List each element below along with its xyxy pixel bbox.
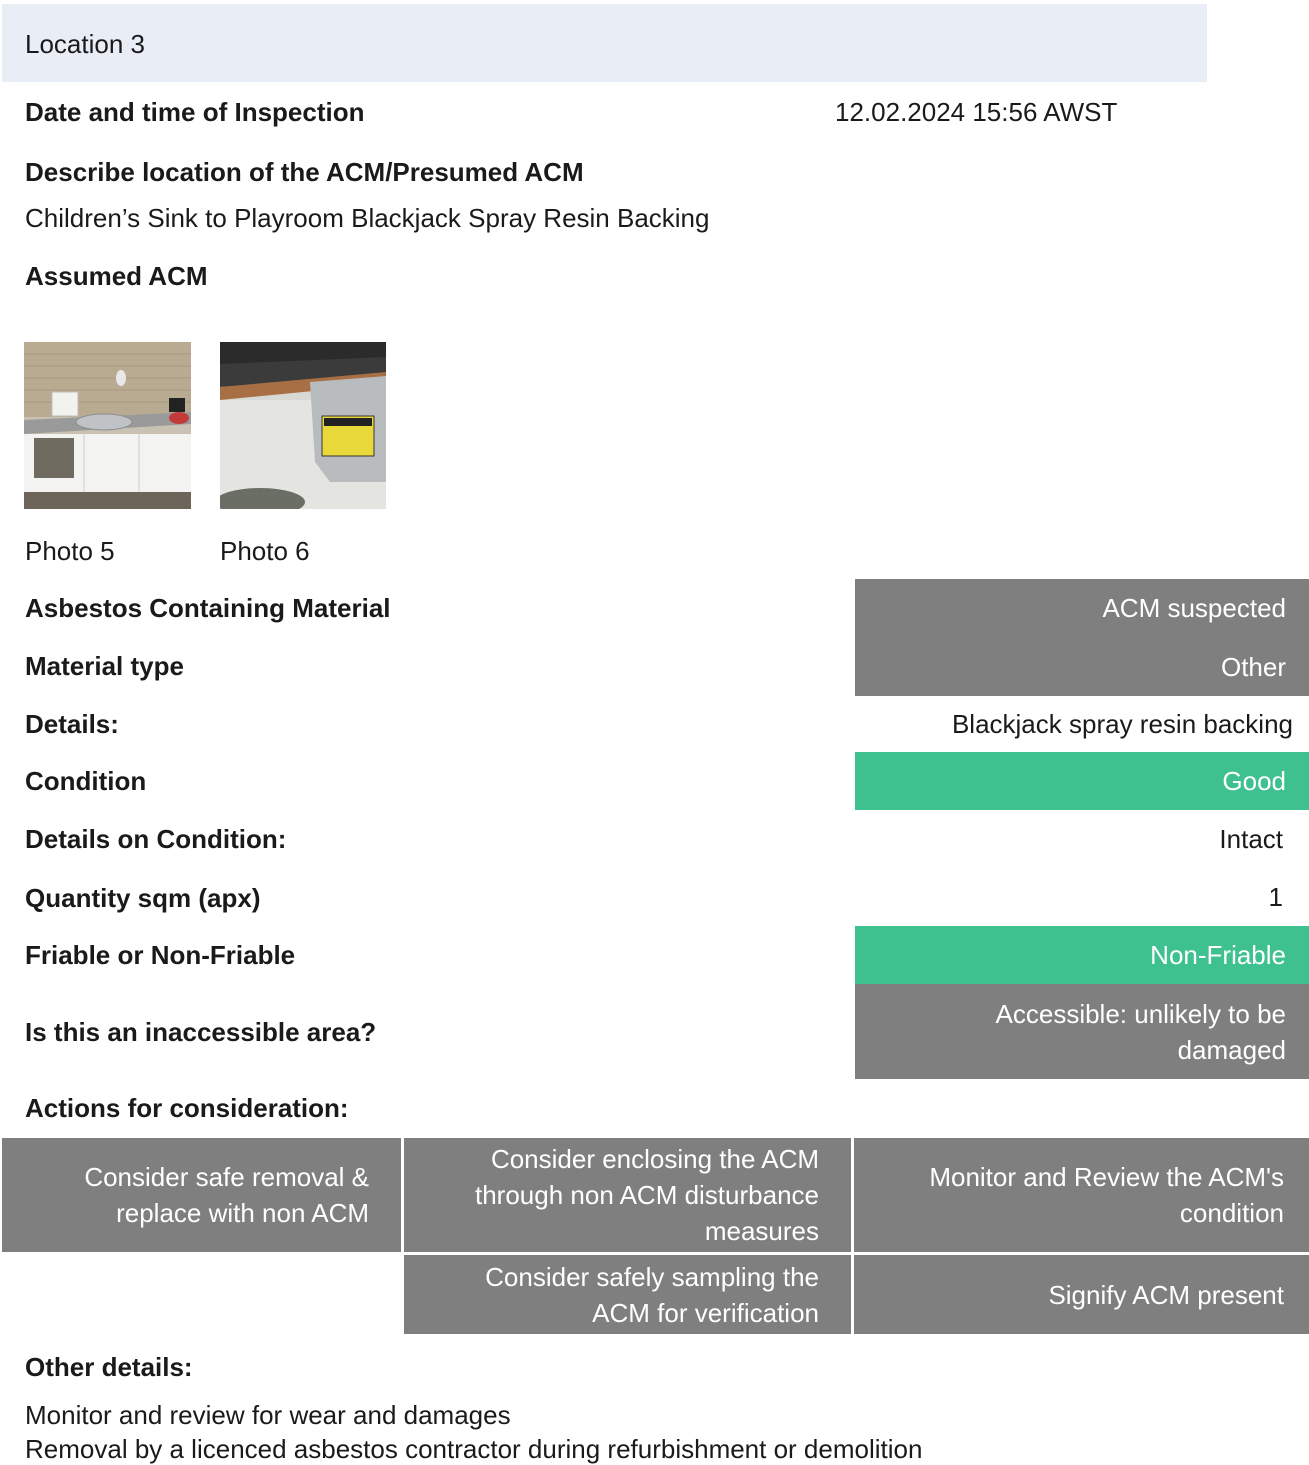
- acm-label: Asbestos Containing Material: [25, 593, 391, 623]
- friable-value: Non-Friable: [855, 926, 1309, 984]
- action-enclose-line3: measures: [704, 1216, 819, 1246]
- location-title: Location 3: [25, 29, 145, 59]
- inaccessible-value: Accessible: unlikely to be damaged: [855, 984, 1309, 1079]
- action-safe-removal-line1: Consider safe removal &: [84, 1162, 369, 1192]
- action-enclose-line2: through non ACM disturbance: [475, 1180, 819, 1210]
- action-enclose-line1: Consider enclosing the ACM: [490, 1144, 819, 1174]
- action-safe-removal: Consider safe removal & replace with non…: [2, 1138, 401, 1252]
- inaccessible-label: Is this an inaccessible area?: [25, 1017, 377, 1047]
- photo-5-caption: Photo 5: [25, 536, 115, 566]
- action-monitor-review: Monitor and Review the ACM's condition: [854, 1138, 1309, 1252]
- other-details-line2: Removal by a licenced asbestos contracto…: [25, 1434, 923, 1464]
- photo-6-caption: Photo 6: [220, 536, 310, 566]
- inaccessible-value-line1: Accessible: unlikely to be: [995, 998, 1286, 1029]
- action-sampling-line1: Consider safely sampling the: [485, 1261, 819, 1292]
- photo-6-image[interactable]: [220, 342, 386, 509]
- action-sampling-line2: ACM for verification: [592, 1297, 819, 1328]
- material-type-label: Material type: [25, 651, 184, 681]
- inspection-date-label: Date and time of Inspection: [25, 97, 365, 127]
- condition-label: Condition: [25, 766, 147, 796]
- location-description-label: Describe location of the ACM/Presumed AC…: [25, 157, 584, 187]
- material-type-value: Other: [855, 637, 1309, 696]
- other-details-line1: Monitor and review for wear and damages: [25, 1400, 511, 1430]
- friable-label: Friable or Non-Friable: [25, 940, 296, 970]
- inaccessible-value-line2: damaged: [1177, 1034, 1286, 1065]
- quantity-label: Quantity sqm (apx): [25, 883, 261, 913]
- quantity-value: 1: [1268, 882, 1283, 912]
- location-description-value: Children’s Sink to Playroom Blackjack Sp…: [25, 203, 710, 233]
- photo-5-image[interactable]: [24, 342, 191, 509]
- location-header: Location 3: [2, 4, 1207, 82]
- acm-value: ACM suspected: [855, 579, 1309, 637]
- condition-details-value: Intact: [1219, 824, 1283, 854]
- details-value: Blackjack spray resin backing: [951, 709, 1293, 739]
- action-sampling: Consider safely sampling the ACM for ver…: [404, 1255, 851, 1334]
- actions-label: Actions for consideration:: [25, 1093, 349, 1123]
- action-signify-line1: Signify ACM present: [1048, 1279, 1284, 1310]
- action-monitor-review-line1: Monitor and Review the ACM's: [929, 1162, 1284, 1192]
- action-monitor-review-line2: condition: [1179, 1198, 1284, 1228]
- condition-details-label: Details on Condition:: [25, 824, 287, 854]
- inspection-date-value: 12.02.2024 15:56 AWST: [835, 97, 1118, 127]
- other-details-label: Other details:: [25, 1352, 193, 1382]
- assumed-acm-label: Assumed ACM: [25, 261, 208, 291]
- condition-value: Good: [855, 752, 1309, 810]
- action-safe-removal-line2: replace with non ACM: [116, 1198, 369, 1228]
- action-signify: Signify ACM present: [854, 1255, 1309, 1334]
- details-label: Details:: [25, 709, 119, 739]
- action-enclose: Consider enclosing the ACM through non A…: [404, 1138, 851, 1252]
